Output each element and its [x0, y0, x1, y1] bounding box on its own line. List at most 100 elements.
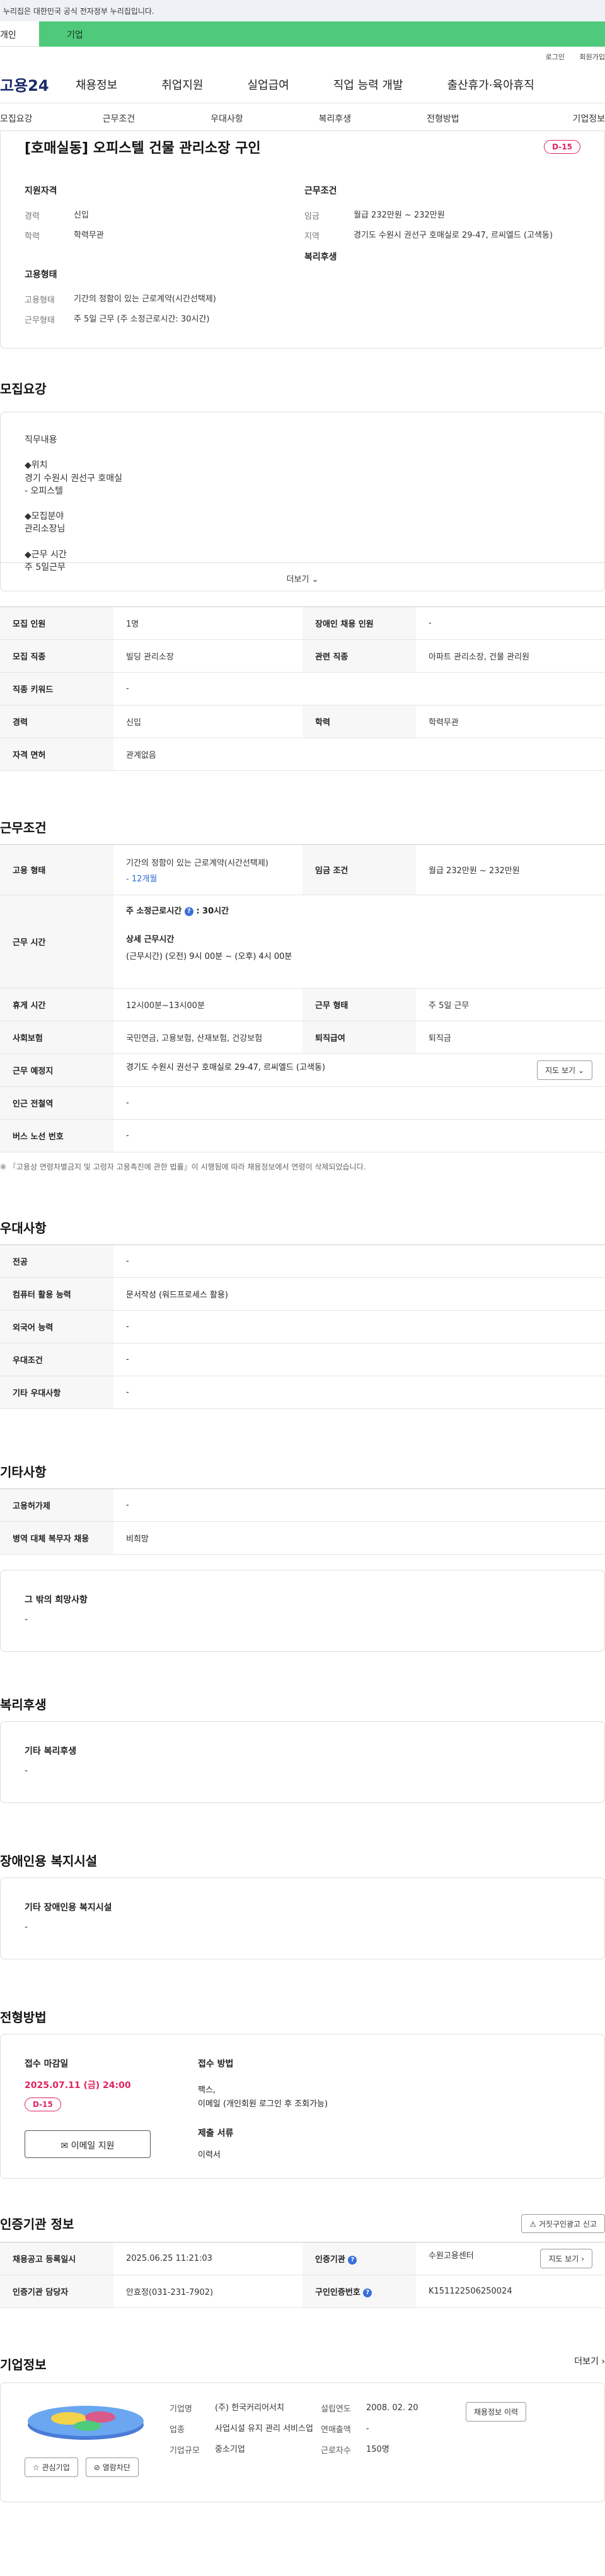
cell-value: 비희망 — [113, 1521, 605, 1555]
cell-label: 학력 — [302, 705, 416, 738]
cell-value: - — [113, 1488, 605, 1522]
cell-value: 안효정(031-231-7902) — [113, 2275, 302, 2308]
table-row: 직종 키워드 - — [0, 672, 605, 705]
cond-value: 경기도 수원시 권선구 호매실로 29-47, 르씨엘드 (고색동) — [354, 230, 553, 240]
login-link[interactable]: 로그인 — [546, 53, 565, 61]
table-row: 고용 형태 기간의 정함이 있는 근로계약(시간선택제) - 12개월 임금 조… — [0, 844, 605, 895]
cell-label: 인증기관 ? — [302, 2242, 416, 2275]
detail-hours-value: (근무시간) (오전) 9시 00분 ~ (오후) 4시 00분 — [126, 952, 292, 961]
site-logo[interactable]: 고용24 — [0, 73, 76, 95]
gnb-item-jobs[interactable]: 채용정보 — [76, 76, 117, 93]
email-apply-label: 이메일 지원 — [71, 2141, 115, 2151]
cell-label: 버스 노선 번호 — [0, 1119, 113, 1152]
table-row: 전공 - — [0, 1244, 605, 1278]
disabled-facility-box: 기타 장애인용 복지시설 - — [0, 1877, 605, 1959]
section-nav-welfare[interactable]: 복리후생 — [281, 103, 389, 131]
cell-value: - — [113, 1119, 605, 1152]
table-row: 병역 대체 복무자 채용 비희망 — [0, 1521, 605, 1555]
favorite-company-label: 관심기업 — [42, 2463, 70, 2472]
tab-business[interactable]: 기업 — [39, 21, 605, 47]
weekly-hours-value: : 30시간 — [196, 907, 229, 916]
section-nav-work[interactable]: 근무조건 — [65, 103, 173, 131]
deadline-column: 접수 마감일 2025.07.11 (금) 24:00 D-15 ✉ 이메일 지… — [25, 2057, 198, 2158]
gnb-item-unemployment-benefit[interactable]: 실업급여 — [248, 76, 289, 93]
cell-label: 채용공고 등록일시 — [0, 2242, 113, 2275]
gnb-item-parental-leave[interactable]: 출산휴가·육아휴직 — [447, 76, 534, 93]
emp-type-value: 기간의 정함이 있는 근로계약(시간선택제) — [126, 858, 268, 868]
company-value: 150명 — [366, 2444, 389, 2454]
company-logo-column: ☆ 관심기업 ⊘ 열람차단 — [25, 2402, 170, 2483]
map-view-button[interactable]: 지도 보기 ⌄ — [537, 1060, 592, 1080]
table-row: 인근 전철역 - — [0, 1086, 605, 1120]
cell-value: 경기도 수원시 권선구 호매실로 29-47, 르씨엘드 (고색동) 지도 보기… — [113, 1053, 605, 1087]
hiring-history-button[interactable]: 채용정보 이력 — [466, 2402, 527, 2422]
cond-label: 지역 — [304, 231, 320, 241]
help-icon[interactable]: ? — [363, 2288, 372, 2297]
company-more-link[interactable]: 더보기 › — [574, 2355, 605, 2382]
deadline-heading: 접수 마감일 — [25, 2059, 69, 2069]
welfare-box: 기타 복리후생 - — [0, 1721, 605, 1803]
table-row: 인증기관 담당자 안효정(031-231-7902) 구인인증번호 ? K151… — [0, 2275, 605, 2308]
cert-org-value: 수원고용센터 — [429, 2251, 474, 2261]
description-line — [25, 536, 580, 548]
section-nav-company[interactable]: 기업정보 — [497, 103, 605, 131]
cell-label: 모집 직종 — [0, 639, 113, 673]
cell-label: 인증기관 담당자 — [0, 2275, 113, 2308]
table-row: 채용공고 등록일시 2025.06.25 11:21:03 인증기관 ? 수원고… — [0, 2242, 605, 2275]
gnb-item-employment-support[interactable]: 취업지원 — [161, 76, 203, 93]
gnb-item-vocational-training[interactable]: 직업 능력 개발 — [333, 76, 403, 93]
help-icon[interactable]: ? — [184, 907, 193, 916]
company-label: 설립연도 — [321, 2405, 351, 2414]
cell-value: - — [113, 1376, 605, 1409]
table-row: 기타 우대사항 - — [0, 1376, 605, 1409]
other-wishes-value: - — [25, 1615, 28, 1625]
method-column: 접수 방법 팩스, 이메일 (개인회원 로그인 후 조회가능) 제출 서류 이력… — [198, 2057, 328, 2160]
help-icon[interactable]: ? — [348, 2255, 357, 2265]
emp-label: 고용형태 — [25, 296, 55, 305]
cell-value: 12시00분~13시00분 — [113, 988, 302, 1021]
company-value: 사업시설 유지 관리 서비스업 — [215, 2423, 313, 2434]
cell-value: - — [113, 1343, 605, 1376]
table-row: 모집 인원 1명 장애인 채용 인원 - — [0, 606, 605, 640]
chevron-right-icon: › — [601, 2357, 605, 2367]
company-header: 기업정보 더보기 › — [0, 2355, 605, 2382]
cell-label: 근무 시간 — [0, 895, 113, 989]
favorite-company-button[interactable]: ☆ 관심기업 — [25, 2457, 78, 2477]
disabled-box-heading: 기타 장애인용 복지시설 — [25, 1903, 112, 1913]
section-nav-recruit[interactable]: 모집요강 — [0, 103, 65, 131]
company-history-column: 채용정보 이력 — [466, 2402, 527, 2483]
mail-icon: ✉ — [60, 2141, 69, 2151]
table-row: 근무 시간 주 소정근로시간 ? : 30시간 상세 근무시간 (근무시간) (… — [0, 895, 605, 989]
cert-table: 채용공고 등록일시 2025.06.25 11:21:03 인증기관 ? 수원고… — [0, 2242, 605, 2308]
cell-value: 주 5일 근무 — [416, 988, 605, 1021]
block-icon: ⊘ — [93, 2463, 100, 2472]
tab-individual[interactable]: 개인 — [0, 21, 39, 47]
block-view-button[interactable]: ⊘ 열람차단 — [85, 2457, 139, 2477]
company-section-title: 기업정보 — [0, 2357, 47, 2372]
recruit-table: 모집 인원 1명 장애인 채용 인원 - 모집 직종 빌딩 관리소장 관련 직종… — [0, 606, 605, 771]
company-label: 연매출액 — [321, 2425, 351, 2435]
cond-label: 임금 — [304, 212, 320, 221]
table-row: 컴퓨터 활용 능력 문서작성 (워드프로세스 활용) — [0, 1277, 605, 1311]
section-nav-selection[interactable]: 전형방법 — [389, 103, 497, 131]
cell-label: 병역 대체 복무자 채용 — [0, 1521, 113, 1555]
email-apply-button[interactable]: ✉ 이메일 지원 — [25, 2130, 151, 2158]
company-value: 중소기업 — [215, 2444, 245, 2454]
table-row: 우대조건 - — [0, 1343, 605, 1376]
cell-value: 학력무관 — [416, 705, 605, 738]
cell-label: 근무 예정지 — [0, 1053, 113, 1087]
section-nav-pref[interactable]: 우대사항 — [173, 103, 280, 131]
join-link[interactable]: 회원가입 — [580, 53, 605, 61]
cell-label: 인근 전철역 — [0, 1086, 113, 1120]
description-line: 경기 수원시 권선구 호매실 — [25, 473, 123, 484]
job-title: [호매실동] 오피스텔 건물 관리소장 구인 — [25, 141, 261, 156]
method-heading: 접수 방법 — [198, 2059, 234, 2069]
star-icon: ☆ — [33, 2463, 40, 2472]
company-label: 기업규모 — [170, 2445, 200, 2456]
cond-value: 월급 232만원 ~ 232만원 — [354, 211, 445, 220]
report-fake-ad-button[interactable]: ⚠ 거짓구인광고 신고 — [521, 2214, 605, 2233]
utility-links: 로그인 회원가입 — [0, 47, 605, 66]
cert-map-button[interactable]: 지도 보기 › — [540, 2249, 592, 2268]
docs-heading: 제출 서류 — [198, 2128, 234, 2139]
condition-heading: 근무조건 — [304, 186, 337, 196]
